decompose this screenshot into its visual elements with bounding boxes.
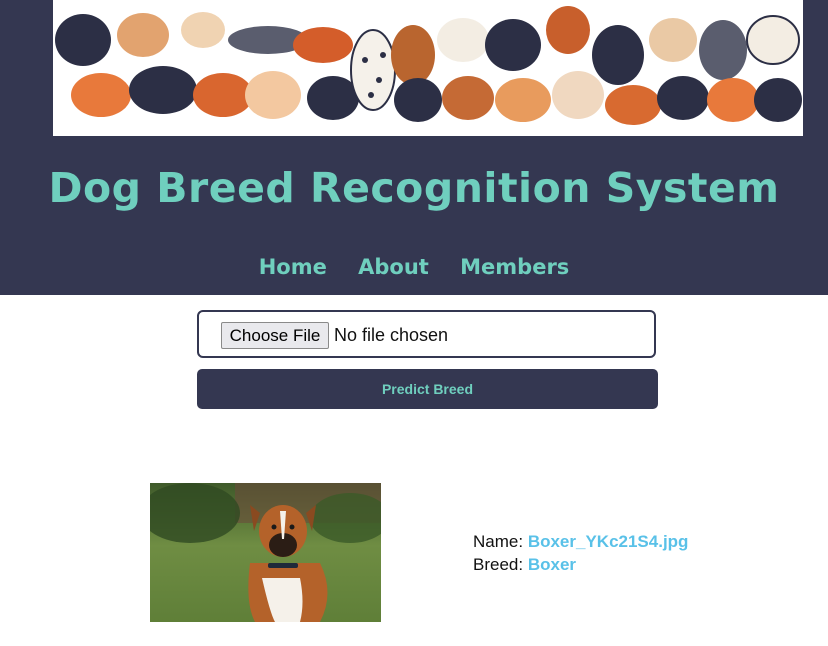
nav-members-link[interactable]: Members (460, 255, 569, 279)
result-name-row: Name: Boxer_YKc21S4.jpg (473, 530, 688, 553)
dog-banner-image (53, 0, 803, 136)
uploaded-dog-photo (150, 483, 381, 622)
file-status-text: No file chosen (334, 325, 449, 345)
prediction-result: Name: Boxer_YKc21S4.jpg Breed: Boxer (473, 530, 688, 576)
result-breed-row: Breed: Boxer (473, 553, 688, 576)
main-nav: Home About Members (0, 255, 828, 279)
choose-file-button[interactable]: Choose File (221, 322, 329, 349)
page-title: Dog Breed Recognition System (48, 164, 780, 212)
file-upload-field[interactable]: Choose File No file chosen (197, 310, 656, 358)
name-label: Name: (473, 532, 524, 551)
name-value: Boxer_YKc21S4.jpg (527, 532, 689, 551)
site-header: Dog Breed Recognition System Home About … (0, 0, 828, 295)
nav-about-link[interactable]: About (358, 255, 429, 279)
predict-breed-button[interactable]: Predict Breed (197, 369, 658, 409)
breed-value: Boxer (527, 555, 577, 574)
nav-home-link[interactable]: Home (259, 255, 327, 279)
breed-label: Breed: (473, 555, 524, 574)
